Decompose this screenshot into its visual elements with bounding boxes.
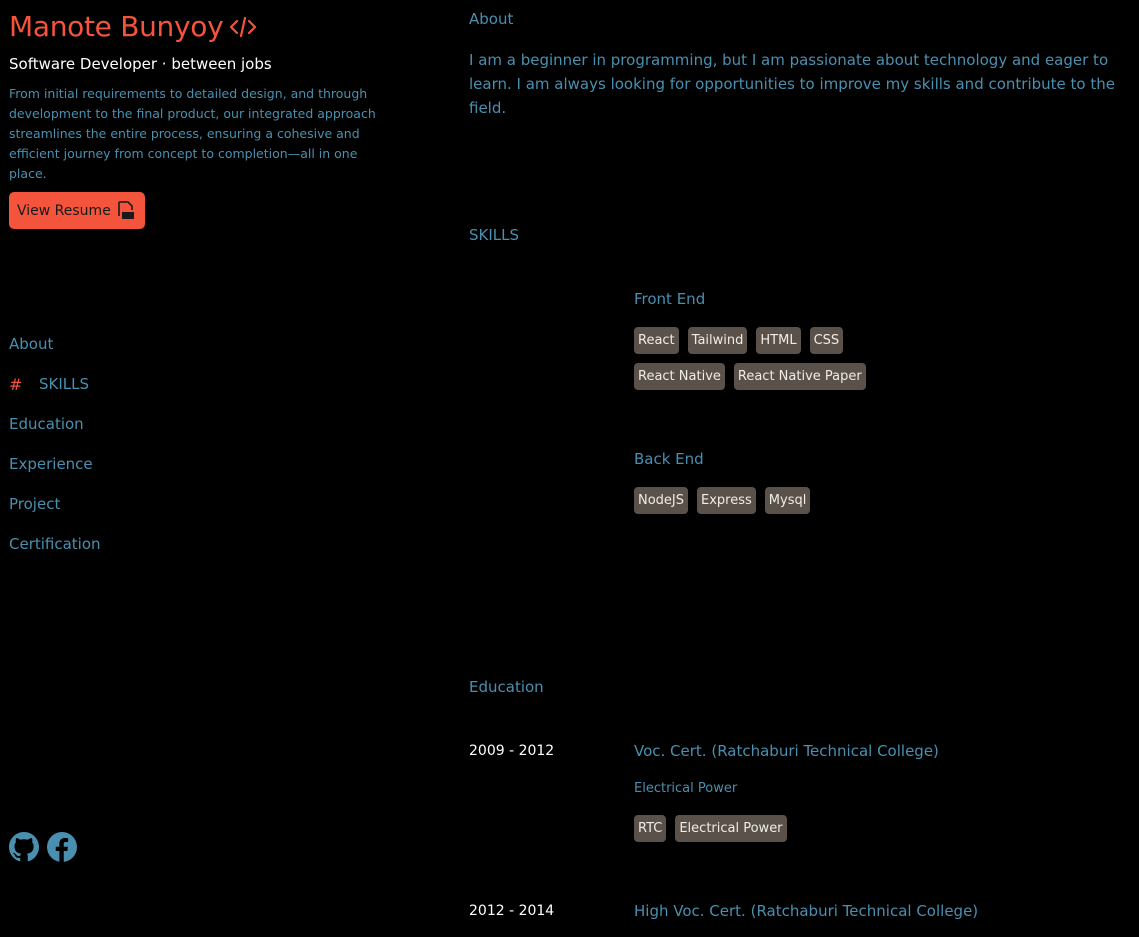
nav-item-skills[interactable]: # SKILLS bbox=[9, 364, 101, 404]
skill-tag: Tailwind bbox=[687, 327, 748, 354]
sidebar: Manote Bunyoy Software Developer · betwe… bbox=[9, 0, 389, 937]
tag-row: RTC Electrical Power bbox=[634, 815, 1114, 842]
section-nav: About # SKILLS Education Experience Proj… bbox=[9, 324, 101, 564]
skill-group-title: Front End bbox=[634, 290, 706, 308]
skill-tag: NodeJS bbox=[634, 487, 689, 514]
nav-item-label: SKILLS bbox=[39, 375, 90, 393]
skill-tags: NodeJS Express Mysql bbox=[634, 487, 1114, 523]
nav-item-education[interactable]: Education bbox=[9, 404, 101, 444]
view-resume-button[interactable]: View Resume bbox=[9, 192, 145, 229]
education-tag: Electrical Power bbox=[675, 815, 787, 842]
skill-group-title: Back End bbox=[634, 450, 704, 468]
nav-item-label: Education bbox=[9, 415, 84, 433]
education-tag: RTC bbox=[634, 815, 667, 842]
profile-name: Manote Bunyoy bbox=[9, 10, 224, 43]
profile-subtitle: Software Developer · between jobs bbox=[9, 55, 272, 73]
education-tags: RTC Electrical Power bbox=[634, 815, 1114, 851]
facebook-icon[interactable] bbox=[47, 832, 77, 862]
education-section-title: Education bbox=[469, 678, 544, 696]
skill-tag: CSS bbox=[809, 327, 844, 354]
pdf-icon bbox=[117, 200, 135, 221]
social-links bbox=[9, 832, 77, 862]
nav-item-experience[interactable]: Experience bbox=[9, 444, 101, 484]
nav-item-certification[interactable]: Certification bbox=[9, 524, 101, 564]
skill-tag: React bbox=[634, 327, 679, 354]
skill-tag: Express bbox=[697, 487, 756, 514]
nav-item-label: Project bbox=[9, 495, 61, 513]
nav-item-label: Experience bbox=[9, 455, 93, 473]
tag-row: React Native React Native Paper bbox=[634, 363, 1114, 390]
skill-tag: HTML bbox=[756, 327, 801, 354]
nav-item-project[interactable]: Project bbox=[9, 484, 101, 524]
main-content: About I am a beginner in programming, bu… bbox=[469, 0, 1139, 937]
about-section-title: About bbox=[469, 10, 514, 28]
skill-tags: React Tailwind HTML CSS React Native Rea… bbox=[634, 327, 1114, 399]
skill-tag: Mysql bbox=[764, 487, 811, 514]
education-years: 2009 - 2012 bbox=[469, 743, 555, 759]
github-icon[interactable] bbox=[9, 832, 39, 862]
education-major: Electrical Power bbox=[634, 781, 738, 796]
nav-item-label: Certification bbox=[9, 535, 101, 553]
education-years: 2012 - 2014 bbox=[469, 903, 555, 919]
nav-item-label: About bbox=[9, 335, 54, 353]
education-title-link[interactable]: Voc. Cert. (Ratchaburi Technical College… bbox=[634, 742, 939, 760]
education-title-link[interactable]: High Voc. Cert. (Ratchaburi Technical Co… bbox=[634, 902, 978, 920]
code-icon bbox=[229, 16, 257, 38]
skill-tag: React Native Paper bbox=[733, 363, 866, 390]
tag-row: React Tailwind HTML CSS bbox=[634, 327, 1114, 354]
profile-intro: From initial requirements to detailed de… bbox=[9, 86, 376, 181]
view-resume-label: View Resume bbox=[17, 202, 111, 219]
active-section-marker: # bbox=[9, 374, 23, 394]
tag-row: NodeJS Express Mysql bbox=[634, 487, 1114, 514]
skills-section-title: SKILLS bbox=[469, 226, 520, 244]
name-row: Manote Bunyoy bbox=[9, 10, 257, 43]
nav-item-about[interactable]: About bbox=[9, 324, 101, 364]
about-text: I am a beginner in programming, but I am… bbox=[469, 51, 1115, 117]
skill-tag: React Native bbox=[634, 363, 725, 390]
